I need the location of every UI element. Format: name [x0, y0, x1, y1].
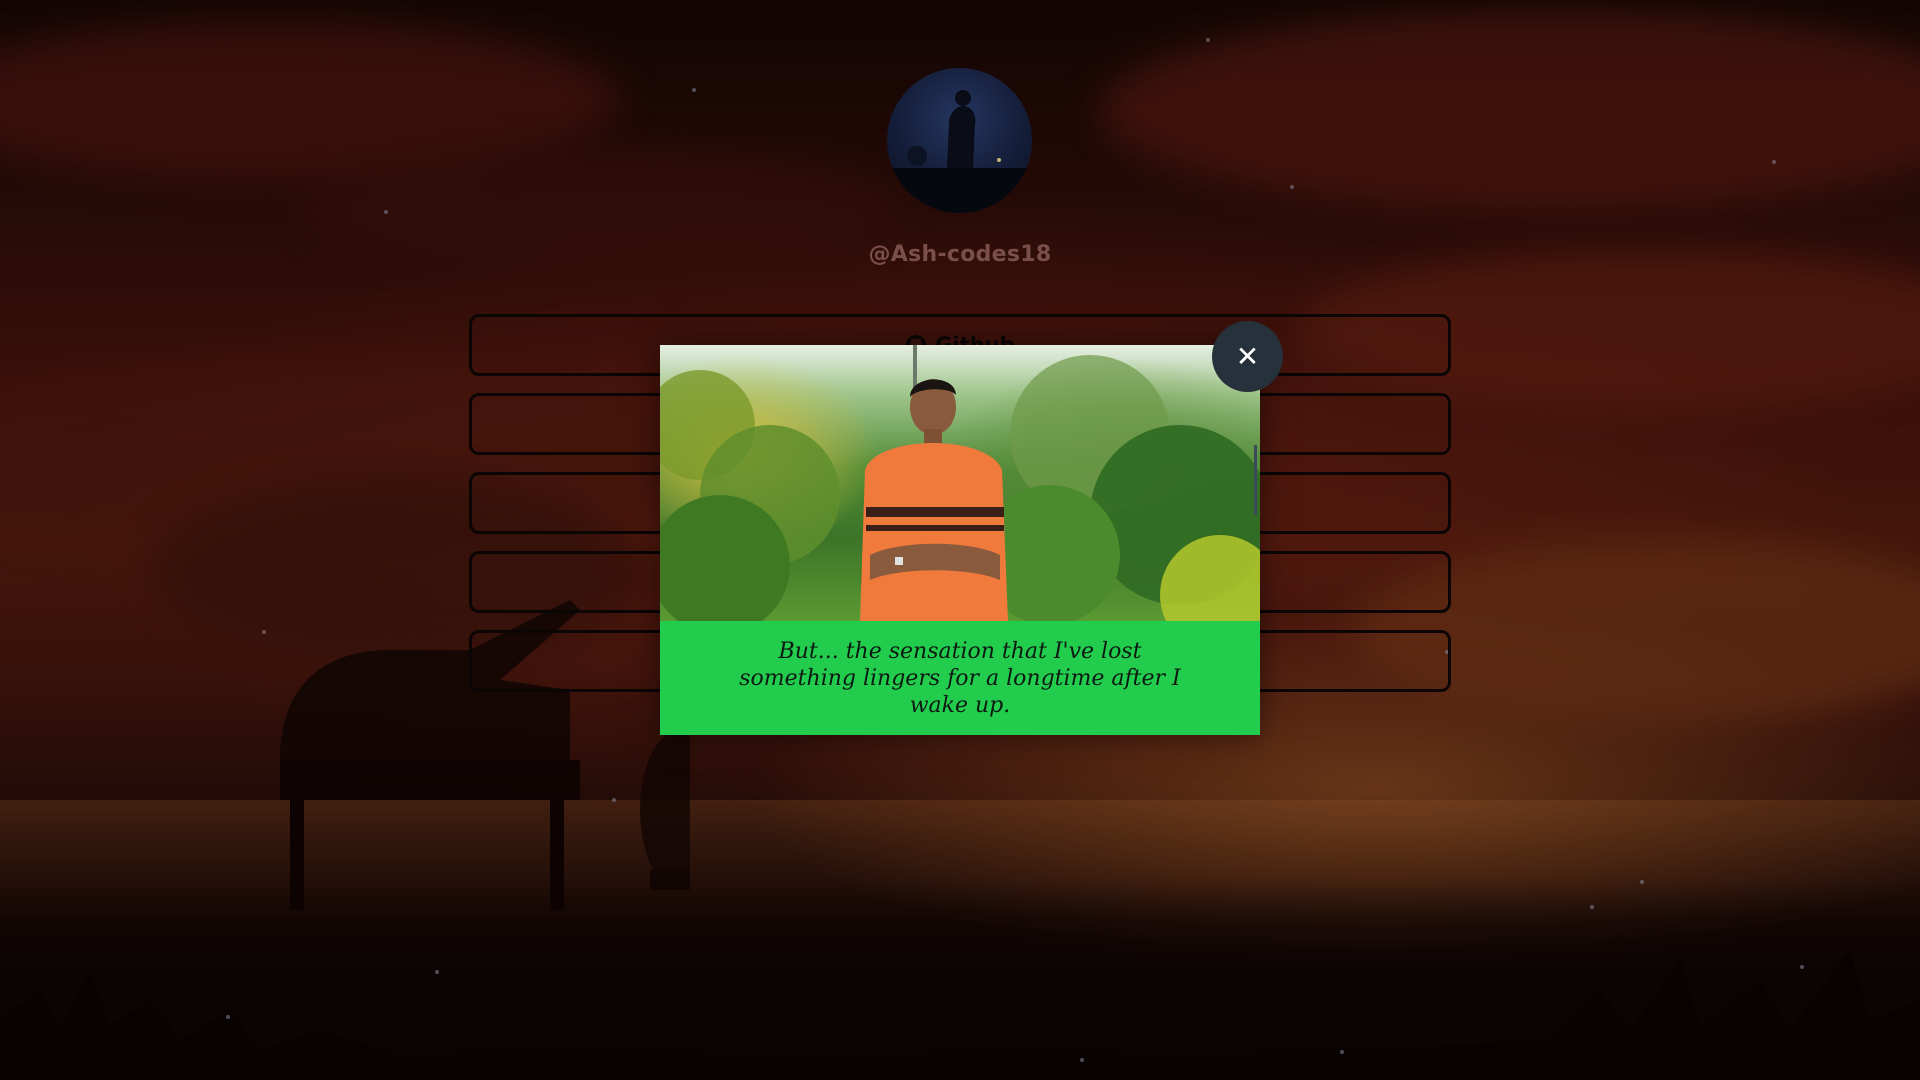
quote-text: But... the sensation that I've lost some…	[739, 638, 1181, 718]
username: @Ash-codes18	[868, 242, 1052, 267]
close-icon: ✕	[1235, 340, 1260, 373]
avatar-silhouette-image	[887, 90, 1032, 213]
profile-photo	[660, 345, 1260, 621]
close-button[interactable]: ✕	[1212, 321, 1283, 392]
avatar	[887, 68, 1032, 213]
photo-modal: But... the sensation that I've lost some…	[660, 345, 1260, 735]
